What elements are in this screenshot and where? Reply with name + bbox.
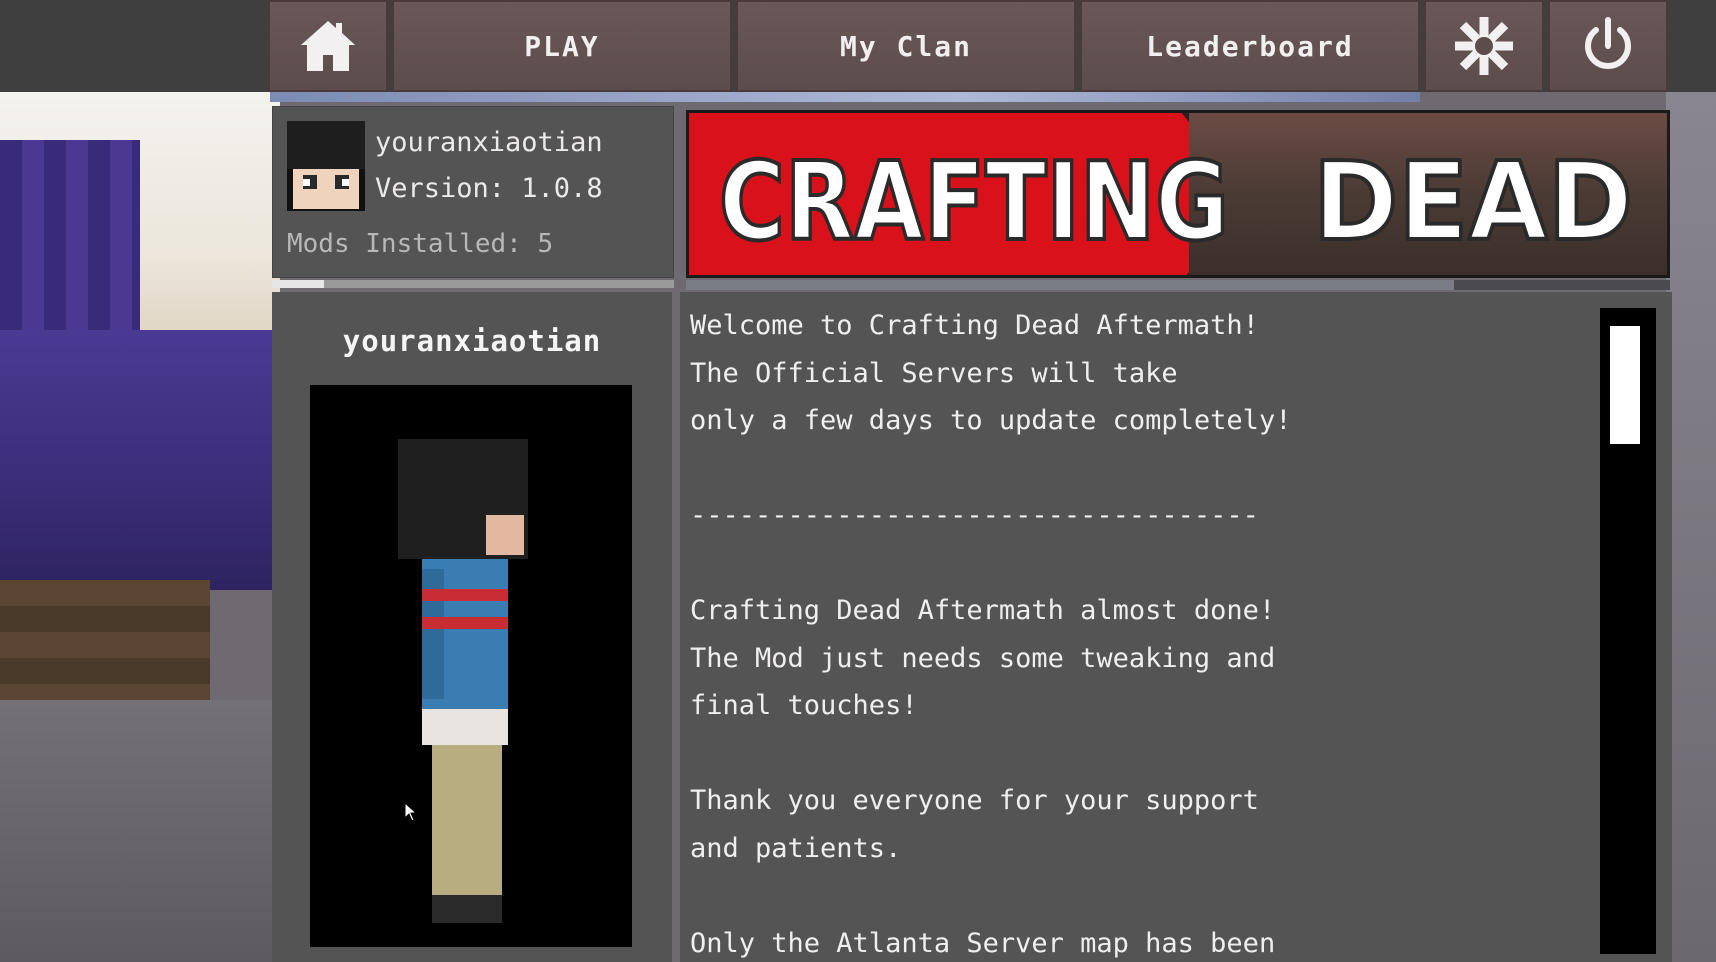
player-character: [398, 439, 538, 923]
launcher-screen: PLAY My Clan Leaderboard youranxiaotian …: [0, 0, 1716, 962]
news-line: Welcome to Crafting Dead Aftermath!: [690, 310, 1259, 341]
news-line: Only the Atlanta Server map has been: [690, 927, 1276, 959]
nav-underline: [270, 92, 1420, 102]
my-clan-button-label: My Clan: [839, 29, 972, 63]
power-button[interactable]: [1548, 0, 1668, 92]
play-button-label: PLAY: [524, 29, 600, 63]
profile-version: Version: 1.0.8: [375, 173, 603, 204]
home-button[interactable]: [268, 0, 388, 92]
news-line: [690, 540, 1570, 588]
news-line: -----------------------------------: [690, 500, 1259, 531]
mods-installed: Mods Installed: 5: [287, 229, 554, 259]
home-icon: [301, 21, 355, 71]
news-line: Crafting Dead Aftermath almost done!: [690, 595, 1276, 626]
skin-username: youranxiaotian: [342, 324, 602, 358]
leaderboard-button[interactable]: Leaderboard: [1080, 0, 1420, 92]
power-icon: [1585, 17, 1631, 69]
purple-roof: [0, 330, 280, 590]
skin-preview[interactable]: [310, 385, 632, 947]
stone-wall-right: [1666, 90, 1716, 962]
news-line: The Mod just needs some tweaking and: [690, 642, 1276, 674]
stone-ground: [0, 700, 300, 962]
profile-card: youranxiaotian Version: 1.0.8 Mods Insta…: [272, 106, 674, 278]
crafting-dead-banner: CRAFTING DEAD: [686, 110, 1670, 278]
news-line: The Official Servers will take: [690, 357, 1178, 389]
logo-word-crafting: CRAFTING: [719, 140, 1229, 261]
news-text: Welcome to Crafting Dead Aftermath! The O…: [690, 302, 1570, 962]
my-clan-button[interactable]: My Clan: [736, 0, 1076, 92]
skin-panel: youranxiaotian: [272, 292, 672, 962]
profile-username: youranxiaotian: [375, 127, 603, 158]
profile-progress-fill: [272, 280, 325, 288]
banner-progress-fill: [686, 280, 1454, 290]
leaderboard-button-label: Leaderboard: [1146, 29, 1354, 63]
play-button[interactable]: PLAY: [392, 0, 732, 92]
profile-progress-bar: [272, 280, 674, 288]
news-scrollbar-thumb[interactable]: [1610, 326, 1640, 444]
news-scrollbar[interactable]: [1600, 308, 1656, 954]
news-line: [690, 872, 1570, 920]
news-line: final touches!: [690, 690, 918, 721]
banner-progress-bar: [686, 280, 1670, 290]
news-panel: Welcome to Crafting Dead Aftermath! The O…: [680, 292, 1672, 962]
news-line: only a few days to update completely!: [690, 405, 1292, 436]
mouse-cursor-icon: [404, 802, 418, 822]
settings-button[interactable]: [1424, 0, 1544, 92]
news-line: [690, 730, 1570, 778]
crafting-dead-logo: CRAFTING DEAD: [717, 138, 1635, 261]
gear-icon: [1455, 17, 1513, 75]
news-line: and patients.: [690, 832, 902, 864]
news-line: [690, 445, 1570, 493]
avatar: [287, 121, 365, 211]
news-line: Thank you everyone for your support: [690, 785, 1259, 816]
logo-word-dead: DEAD: [1313, 140, 1633, 261]
main-nav: PLAY My Clan Leaderboard: [268, 0, 1672, 92]
